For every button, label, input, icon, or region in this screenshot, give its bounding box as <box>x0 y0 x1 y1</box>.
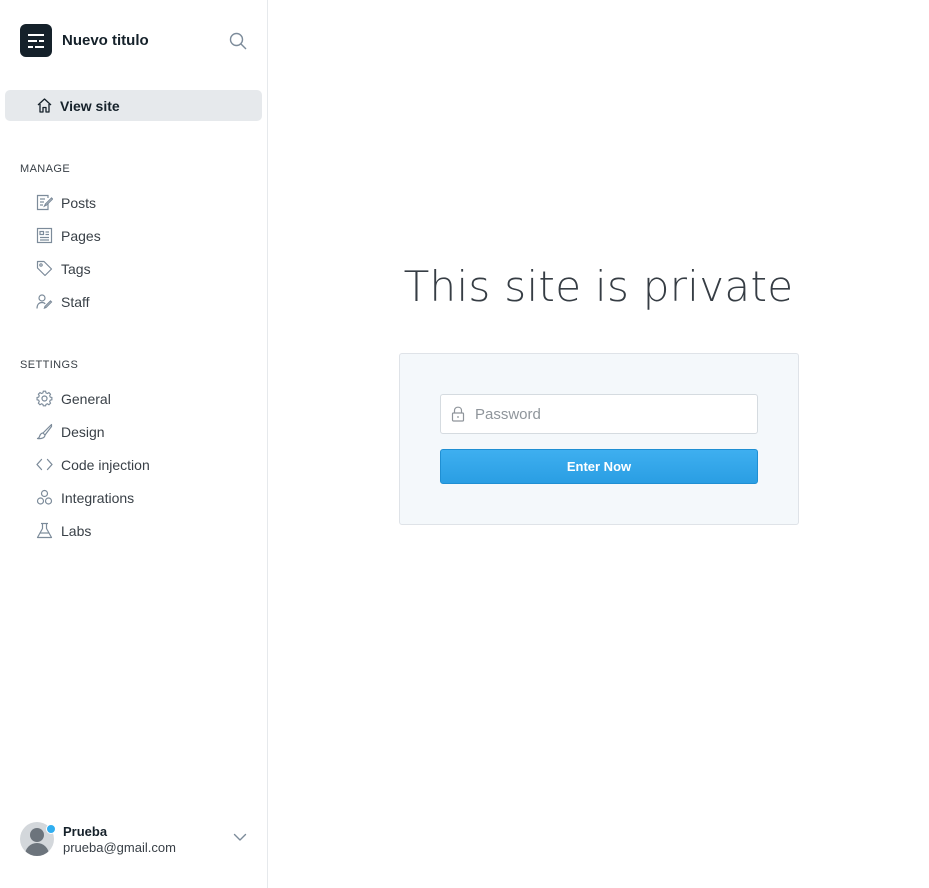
code-icon <box>35 456 53 474</box>
home-icon <box>36 97 53 114</box>
sidebar-item-label: Tags <box>61 260 91 277</box>
password-card: Enter Now <box>399 353 799 525</box>
app: Nuevo titulo View site MANAGE Posts Page… <box>0 0 929 888</box>
sidebar-item-label: Posts <box>61 194 97 211</box>
settings-nav: General Design Code injection Integratio… <box>35 382 255 547</box>
sidebar-item-tags[interactable]: Tags <box>35 252 255 285</box>
manage-section-title: MANAGE <box>20 163 71 175</box>
staff-icon <box>35 293 53 311</box>
sidebar-item-label: Labs <box>61 522 92 539</box>
integrations-icon <box>35 489 53 507</box>
sidebar-item-integrations[interactable]: Integrations <box>35 481 255 514</box>
sidebar-item-label: Code injection <box>61 456 150 473</box>
sidebar-item-label: Integrations <box>61 489 135 506</box>
page-title: This site is private <box>403 262 794 311</box>
sidebar-item-code-injection[interactable]: Code injection <box>35 448 255 481</box>
password-input[interactable] <box>475 405 735 423</box>
sidebar-item-label: Staff <box>61 293 90 310</box>
sidebar-item-design[interactable]: Design <box>35 415 255 448</box>
brand[interactable]: Nuevo titulo <box>20 24 149 57</box>
manage-nav: Posts Pages Tags Staff <box>35 186 255 318</box>
sidebar-item-label: Pages <box>61 227 101 244</box>
sidebar-item-label: General <box>61 390 111 407</box>
site-logo <box>20 24 52 57</box>
brush-icon <box>35 423 53 441</box>
notification-dot <box>46 824 56 834</box>
sidebar-item-pages[interactable]: Pages <box>35 219 255 252</box>
password-field[interactable] <box>440 394 758 434</box>
view-site-label: View site <box>60 97 120 114</box>
view-site-link[interactable]: View site <box>5 90 262 121</box>
posts-icon <box>35 194 53 212</box>
pages-icon <box>35 227 53 245</box>
sidebar: Nuevo titulo View site MANAGE Posts Page… <box>0 0 268 888</box>
chevron-down-icon[interactable] <box>233 832 247 842</box>
user-email: prueba@gmail.com <box>63 839 176 855</box>
sidebar-item-general[interactable]: General <box>35 382 255 415</box>
sidebar-item-labs[interactable]: Labs <box>35 514 255 547</box>
site-title: Nuevo titulo <box>62 32 149 49</box>
settings-section-title: SETTINGS <box>20 359 79 371</box>
sidebar-item-label: Design <box>61 423 105 440</box>
avatar-wrap <box>20 822 56 856</box>
flask-icon <box>35 522 53 540</box>
sidebar-item-staff[interactable]: Staff <box>35 285 255 318</box>
user-info: Prueba prueba@gmail.com <box>63 824 176 855</box>
user-menu[interactable]: Prueba prueba@gmail.com <box>20 820 250 858</box>
sidebar-item-posts[interactable]: Posts <box>35 186 255 219</box>
tag-icon <box>35 260 53 278</box>
user-name: Prueba <box>63 823 108 839</box>
search-icon[interactable] <box>228 31 248 51</box>
lock-icon <box>451 406 465 422</box>
enter-now-button[interactable]: Enter Now <box>440 449 758 484</box>
main-content: This site is private Enter Now <box>268 0 929 888</box>
gear-icon <box>35 390 53 408</box>
